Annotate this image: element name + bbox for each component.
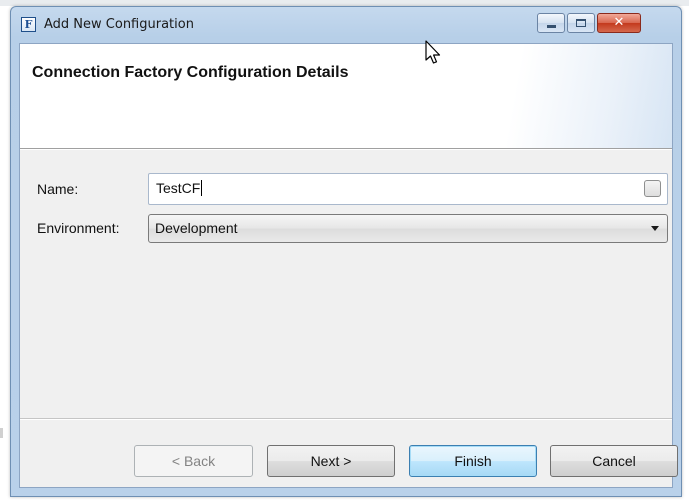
- maximize-button[interactable]: [567, 13, 595, 33]
- close-icon: ✕: [613, 15, 625, 30]
- banner-divider: [20, 149, 672, 150]
- header-banner: Connection Factory Configuration Details: [20, 44, 672, 149]
- dropdown-arrow-icon: [651, 226, 659, 231]
- mouse-pointer-icon: [425, 40, 441, 64]
- finish-button[interactable]: Finish: [409, 445, 537, 477]
- minimize-button[interactable]: [537, 13, 565, 33]
- name-input-value: TestCF: [156, 180, 203, 196]
- footer-divider-highlight: [20, 419, 672, 420]
- next-button[interactable]: Next >: [267, 445, 395, 477]
- app-icon: F: [21, 17, 36, 32]
- close-button[interactable]: ✕: [597, 13, 641, 33]
- cancel-button[interactable]: Cancel: [550, 445, 678, 477]
- environment-select[interactable]: Development: [148, 214, 668, 243]
- back-button[interactable]: < Back: [134, 445, 253, 477]
- dialog-window: F Add New Configuration ✕ Connection Fac…: [10, 6, 682, 497]
- background-window-edge: [0, 428, 3, 438]
- maximize-icon: [568, 14, 594, 32]
- page-title: Connection Factory Configuration Details: [32, 64, 349, 81]
- name-field-checkbox[interactable]: [644, 180, 661, 197]
- name-label: Name:: [37, 181, 79, 197]
- window-title: Add New Configuration: [44, 17, 194, 32]
- title-bar[interactable]: F Add New Configuration ✕: [11, 7, 681, 43]
- environment-selected-value: Development: [155, 220, 238, 236]
- minimize-icon: [538, 14, 564, 32]
- environment-label: Environment:: [37, 220, 120, 236]
- text-caret: [201, 180, 203, 196]
- name-input[interactable]: TestCF: [148, 173, 668, 205]
- dialog-content: Connection Factory Configuration Details…: [19, 43, 678, 488]
